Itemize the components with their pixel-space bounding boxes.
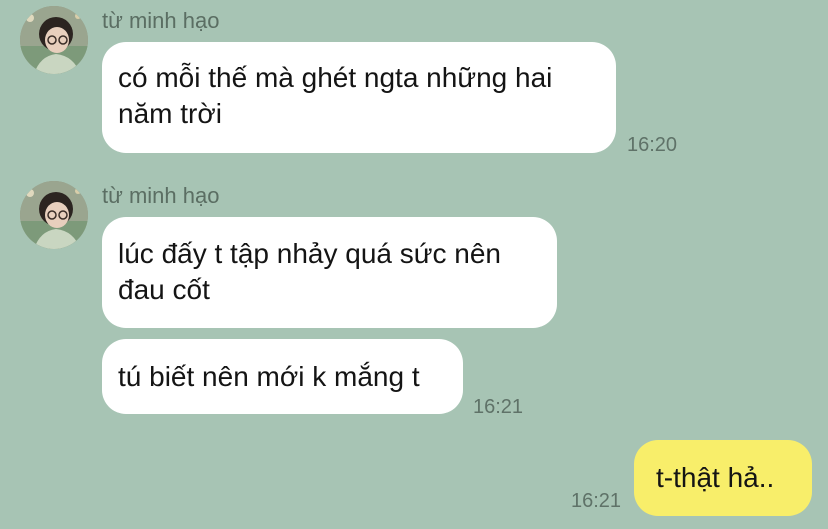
message-text-line: đau cốt	[118, 274, 210, 305]
message-timestamp: 16:20	[627, 134, 678, 156]
contact-avatar[interactable]	[20, 6, 88, 74]
message-bubble[interactable]: lúc đấy t tập nhảy quá sức nên đau cốt	[102, 217, 557, 328]
sender-name: từ minh hạo	[102, 183, 220, 208]
contact-avatar[interactable]	[20, 181, 88, 249]
message-timestamp: 16:21	[473, 396, 524, 418]
message-text-line: năm trời	[118, 98, 222, 129]
message-text-line: t-thật hả..	[656, 462, 775, 493]
sender-name: từ minh hạo	[102, 8, 220, 33]
message-timestamp: 16:21	[571, 490, 622, 512]
avatar-photo-icon	[20, 181, 88, 249]
message-text-line: tú biết nên mới k mắng t	[118, 361, 420, 392]
message-bubble[interactable]: có mỗi thế mà ghét ngta những hai năm tr…	[102, 42, 616, 153]
outgoing-message-bubble[interactable]: t-thật hả..	[634, 440, 812, 516]
message-text-line: có mỗi thế mà ghét ngta những hai	[118, 62, 553, 93]
message-text-line: lúc đấy t tập nhảy quá sức nên	[118, 238, 501, 269]
avatar-photo-icon	[20, 6, 88, 74]
message-bubble[interactable]: tú biết nên mới k mắng t	[102, 339, 463, 414]
